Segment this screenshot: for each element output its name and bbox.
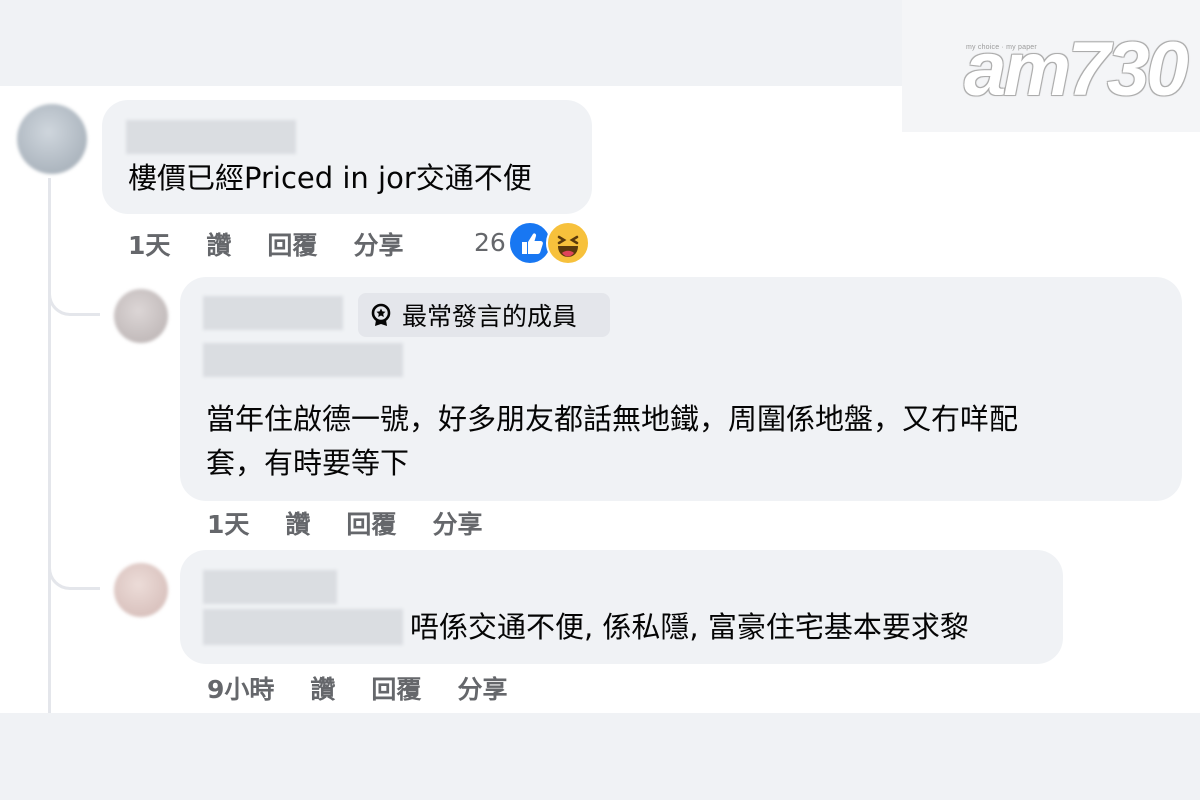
badge-label: 最常發言的成員 [402, 302, 578, 331]
redacted-secondary-line [203, 343, 403, 377]
reply-button[interactable]: 回覆 [267, 226, 317, 262]
top-contributor-badge[interactable]: 最常發言的成員 [358, 293, 610, 337]
haha-icon[interactable] [546, 221, 590, 265]
timestamp[interactable]: 1天 [128, 226, 170, 262]
timestamp[interactable]: 9小時 [207, 670, 274, 706]
comment-text: 唔係交通不便, 係私隱, 富豪住宅基本要求黎 [410, 610, 969, 644]
like-button[interactable]: 讚 [285, 505, 310, 541]
share-button[interactable]: 分享 [353, 226, 403, 262]
comment-actions: 9小時 讚 回覆 分享 [207, 670, 543, 706]
logo-tagline: my choice · my paper [966, 44, 1037, 51]
reply-button[interactable]: 回覆 [346, 505, 396, 541]
avatar[interactable] [17, 104, 87, 174]
award-icon [371, 303, 391, 326]
share-button[interactable]: 分享 [432, 505, 482, 541]
like-button[interactable]: 讚 [310, 670, 335, 706]
comment-actions: 1天 讚 回覆 分享 [207, 505, 518, 541]
reply-connector [48, 560, 100, 590]
redacted-author-name[interactable] [126, 120, 296, 154]
avatar[interactable] [114, 563, 168, 617]
thread-line [48, 178, 51, 713]
reaction-count[interactable]: 26 [474, 228, 506, 257]
bottom-background-band [0, 713, 1200, 800]
redacted-author-name[interactable] [203, 296, 343, 330]
redacted-author-name[interactable] [203, 570, 337, 604]
reply-connector [48, 286, 100, 316]
share-button[interactable]: 分享 [457, 670, 507, 706]
timestamp[interactable]: 1天 [207, 505, 249, 541]
like-button[interactable]: 讚 [206, 226, 231, 262]
comment-text-line-2: 套，有時要等下 [206, 446, 410, 480]
comment-text: 樓價已經Priced in jor交通不便 [128, 161, 532, 195]
comment-text-line-1: 當年住啟德一號，好多朋友都話無地鐵，周圍係地盤，又冇咩配 [206, 402, 1019, 436]
am730-logo: am730 [964, 27, 1189, 112]
avatar[interactable] [114, 289, 168, 343]
comment-actions: 1天 讚 回覆 分享 [128, 226, 439, 262]
reply-button[interactable]: 回覆 [371, 670, 421, 706]
redacted-author-name [203, 609, 403, 645]
